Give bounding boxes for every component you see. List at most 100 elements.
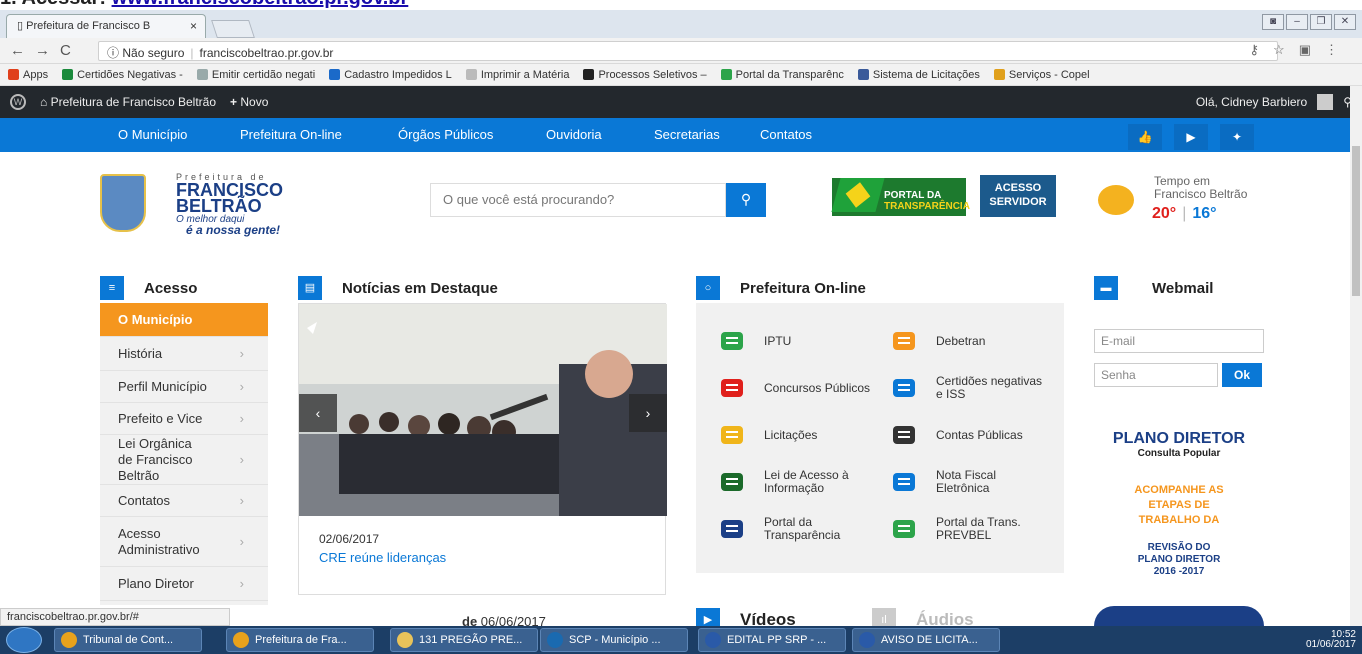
prev-slide-button[interactable]: ‹ xyxy=(299,394,337,432)
avatar[interactable] xyxy=(1317,94,1334,110)
portal-transparencia-button[interactable]: PORTAL DA TRANSPARÊNCIA xyxy=(831,178,970,216)
bookmark-item[interactable]: Serviços - Copel xyxy=(993,69,1090,81)
search-input[interactable]: O que você está procurando? xyxy=(430,183,726,217)
bookmark-item[interactable]: Certidões Negativas - xyxy=(62,69,183,81)
nav-prefeitura-online[interactable]: Prefeitura On-line xyxy=(240,127,342,142)
bookmark-icon xyxy=(857,69,869,80)
close-tab-icon[interactable]: × xyxy=(190,19,197,33)
twitter-icon[interactable]: ✦ xyxy=(1220,124,1254,150)
email-field[interactable]: E-mail xyxy=(1094,329,1264,353)
menu-item-contatos[interactable]: Contatos › xyxy=(100,485,268,517)
menu-item-lei-organica[interactable]: Lei Orgânica de Francisco Beltrão › xyxy=(100,435,268,485)
system-tray[interactable]: 10:52 01/06/2017 xyxy=(1306,630,1356,650)
news-card[interactable]: ‹ › 02/06/2017 CRE reúne lideranças xyxy=(298,303,667,595)
close-window-icon[interactable]: ✕ xyxy=(1334,14,1356,30)
nav-secretarias[interactable]: Secretarias xyxy=(654,127,720,142)
greeting[interactable]: Olá, Cidney Barbiero xyxy=(1196,95,1307,109)
reload-icon[interactable]: C xyxy=(60,42,81,59)
bookmark-item[interactable]: Imprimir a Matéria xyxy=(465,69,569,81)
menu-item-plano-diretor[interactable]: Plano Diretor › xyxy=(100,567,268,601)
service-link[interactable]: Concursos Públicos xyxy=(718,374,874,402)
wordpress-icon[interactable]: W xyxy=(10,94,26,110)
taskbar-button[interactable]: AVISO DE LICITA... xyxy=(852,628,1000,652)
back-icon[interactable]: ← xyxy=(10,42,35,59)
url-input[interactable]: ⓘ Não seguro | franciscobeltrao.pr.gov.br xyxy=(98,41,1278,61)
play-icon[interactable]: ▶ xyxy=(1174,124,1208,150)
start-button[interactable] xyxy=(6,627,42,653)
invoice-icon xyxy=(890,468,918,496)
browser-tab[interactable]: ▯ Prefeitura de Francisco B × xyxy=(6,14,206,38)
menu-item-municipio[interactable]: O Município xyxy=(100,303,268,337)
news-date: 02/06/2017 xyxy=(319,532,380,546)
wp-admin-bar: W ⌂ Prefeitura de Francisco Beltrão + No… xyxy=(0,86,1362,118)
ok-button[interactable]: Ok xyxy=(1222,363,1262,387)
search-button[interactable]: ⚲ xyxy=(726,183,766,217)
service-link[interactable]: Portal da Trans. PREVBEL xyxy=(890,515,1046,543)
menu-item-acesso-admin[interactable]: Acesso Administrativo › xyxy=(100,517,268,567)
site-logo[interactable]: Prefeitura de FRANCISCO BELTRÃO O melhor … xyxy=(100,166,290,238)
password-field[interactable]: Senha xyxy=(1094,363,1218,387)
service-link[interactable]: Licitações xyxy=(718,421,874,449)
nav-ouvidoria[interactable]: Ouvidoria xyxy=(546,127,602,142)
forward-icon[interactable]: → xyxy=(35,42,60,59)
portal-line2: TRANSPARÊNCIA xyxy=(884,201,970,212)
service-link[interactable]: Contas Públicas xyxy=(890,421,1046,449)
service-link[interactable]: Nota Fiscal Eletrônica xyxy=(890,468,1046,496)
acesso-servidor-button[interactable]: ACESSO SERVIDOR xyxy=(980,175,1056,217)
list-icon xyxy=(718,421,746,449)
service-link[interactable]: Certidões negativas e ISS xyxy=(890,374,1046,402)
service-link[interactable]: Portal da Transparência xyxy=(718,515,874,543)
user-icon[interactable]: ◙ xyxy=(1262,14,1284,30)
taskbar-button[interactable]: Prefeitura de Fra... xyxy=(226,628,374,652)
like-icon[interactable]: 👍 xyxy=(1128,124,1162,150)
service-link[interactable]: IPTU xyxy=(718,327,874,355)
newspaper-icon: ▤ xyxy=(298,276,322,300)
document-icon xyxy=(890,374,918,402)
service-link[interactable]: Debetran xyxy=(890,327,1046,355)
taskbar-button[interactable]: EDITAL PP SRP - ... xyxy=(698,628,846,652)
bookmark-icon xyxy=(8,69,19,80)
bookmark-item[interactable]: Portal da Transparênc xyxy=(720,69,844,81)
scroll-thumb[interactable] xyxy=(1352,146,1360,296)
nav-orgaos-publicos[interactable]: Órgãos Públicos xyxy=(398,127,493,142)
nav-municipio[interactable]: O Município xyxy=(118,127,187,142)
star-icon[interactable]: ☆ xyxy=(1273,42,1299,57)
new-tab-button[interactable] xyxy=(211,20,255,38)
key-icon[interactable]: ⚷ xyxy=(1250,42,1274,57)
bookmark-item[interactable]: Emitir certidão negati xyxy=(196,69,315,81)
menu-item-perfil[interactable]: Perfil Município › xyxy=(100,371,268,403)
news-caption[interactable]: CRE reúne lideranças xyxy=(319,550,446,565)
nav-contatos[interactable]: Contatos xyxy=(760,127,812,142)
site-link[interactable]: www.franciscobeltrao.pr.gov.br xyxy=(112,0,409,9)
menu-item-historia[interactable]: História › xyxy=(100,337,268,371)
news-photo[interactable]: ‹ › xyxy=(299,304,667,516)
plano-diretor-banner[interactable]: PLANO DIRETOR Consulta Popular ACOMPANHE… xyxy=(1094,430,1264,578)
online-header: ○ Prefeitura On-line xyxy=(696,274,866,302)
site-home-link[interactable]: ⌂ Prefeitura de Francisco Beltrão xyxy=(40,95,216,109)
bookmark-item[interactable]: Sistema de Licitações xyxy=(857,68,980,81)
minimize-icon[interactable]: – xyxy=(1286,14,1308,30)
bookmark-item[interactable]: Cadastro Impedidos L xyxy=(329,69,452,81)
menu-icon[interactable]: ⋮ xyxy=(1325,42,1352,57)
menu-item-prefeito[interactable]: Prefeito e Vice › xyxy=(100,403,268,435)
bookmark-icon xyxy=(62,69,74,80)
magnifier-icon xyxy=(718,515,746,543)
browser-tab-bar: ▯ Prefeitura de Francisco B × ◙ – ❐ ✕ xyxy=(0,10,1362,38)
service-label: Debetran xyxy=(936,333,986,348)
bookmark-item[interactable]: Processos Seletivos – xyxy=(583,69,707,81)
service-link[interactable]: Lei de Acesso à Informação xyxy=(718,468,874,496)
taskbar-button[interactable]: Tribunal de Cont... xyxy=(54,628,202,652)
house-icon xyxy=(718,327,746,355)
bookmark-item[interactable]: Apps xyxy=(8,69,48,81)
bookmark-icon xyxy=(583,69,595,80)
scrollbar[interactable] xyxy=(1350,86,1362,626)
menu-icon: ≡ xyxy=(100,276,124,300)
bookmark-label: Sistema de Licitações xyxy=(872,68,980,81)
extension-icon[interactable]: ▣ xyxy=(1299,42,1325,57)
next-slide-button[interactable]: › xyxy=(629,394,667,432)
info-icon[interactable]: ⓘ xyxy=(107,46,119,60)
new-content-link[interactable]: + Novo xyxy=(230,95,268,109)
restore-icon[interactable]: ❐ xyxy=(1310,14,1332,30)
taskbar-button[interactable]: SCP - Município ... xyxy=(540,628,688,652)
taskbar-button[interactable]: 131 PREGÃO PRE... xyxy=(390,628,538,652)
